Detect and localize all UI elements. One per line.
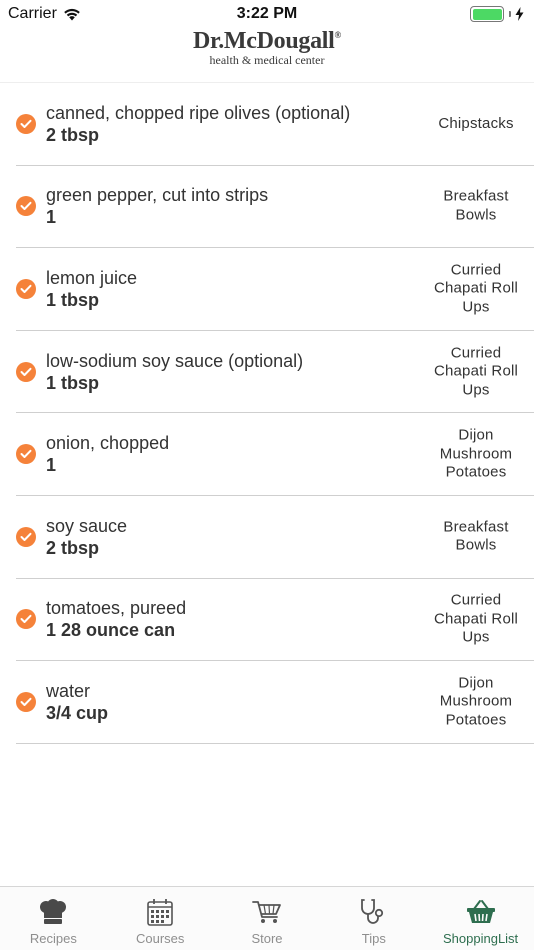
tab-label: Tips [361,931,386,946]
shopping-list: canned, chopped ripe olives (optional) 2 … [0,83,534,744]
status-right [470,6,524,22]
logo: Dr.McDougall® [0,28,534,55]
checkmark-icon[interactable] [16,691,36,712]
tab-label: Store [251,931,283,946]
tab-label: ShoppingList [443,931,519,946]
item-name: tomatoes, pureed [46,598,187,619]
item-name: green pepper, cut into strips [46,185,269,206]
item-recipe: Chipstacks [438,114,514,132]
checkmark-icon[interactable] [16,196,36,217]
checkmark-icon[interactable] [16,113,36,134]
tab-shoppinglist[interactable]: ShoppingList [427,887,534,950]
list-item[interactable]: lemon juice 1 tbsp Curried Chapati Roll U… [16,248,534,331]
item-quantity: 1 tbsp [46,372,100,393]
item-recipe: Breakfast Bowls [443,187,509,224]
item-recipe: Dijon Mushroom Potatoes [439,426,513,481]
logo-registered: ® [334,30,342,40]
calendar-icon [144,897,176,927]
item-recipe: Curried Chapati Roll Ups [433,343,519,398]
list-item[interactable]: tomatoes, pureed 1 28 ounce can Curried C… [16,579,534,662]
logo-title: Dr.McDougall [193,28,335,54]
list-item[interactable]: green pepper, cut into strips 1 Breakfast… [16,166,534,249]
checkmark-icon[interactable] [16,361,36,382]
tab-recipes[interactable]: Recipes [0,887,107,950]
tab-courses[interactable]: Courses [107,887,214,950]
item-name: water [46,680,91,701]
item-name: onion, chopped [46,433,170,454]
app-header: Dr.McDougall® health & medical center [0,28,534,83]
stethoscope-icon [358,897,390,927]
checkmark-icon[interactable] [16,526,36,547]
list-item[interactable]: onion, chopped 1 Dijon Mushroom Potatoes [16,413,534,496]
item-name: canned, chopped ripe olives (optional) [46,102,351,123]
checkmark-icon[interactable] [16,444,36,465]
list-item[interactable]: soy sauce 2 tbsp Breakfast Bowls [16,496,534,579]
list-item[interactable]: low-sodium soy sauce (optional) 1 tbsp Cu… [16,331,534,414]
status-time: 3:22 PM [236,5,298,22]
tab-tips[interactable]: Tips [320,887,427,950]
item-quantity: 2 tbsp [46,537,100,558]
logo-subtitle: health & medical center [209,53,325,67]
item-quantity: 1 [46,207,57,228]
item-recipe: Breakfast Bowls [443,518,509,554]
basket-icon [465,897,497,927]
item-recipe: Curried Chapati Roll Ups [433,591,519,646]
cart-icon [251,897,283,927]
item-recipe: Curried Chapati Roll Ups [433,261,519,316]
tab-label: Courses [135,931,185,946]
status-bar: Carrier 3:22 PM [0,0,534,28]
checkmark-icon[interactable] [16,278,36,299]
item-name: low-sodium soy sauce (optional) [46,350,304,371]
item-quantity: 1 28 ounce can [46,620,176,641]
item-name: soy sauce [46,515,128,536]
list-item[interactable]: canned, chopped ripe olives (optional) 2 … [16,83,534,166]
checkmark-icon[interactable] [16,609,36,630]
chef-hat-icon [37,897,69,927]
item-name: lemon juice [46,267,138,288]
item-recipe: Dijon Mushroom Potatoes [439,674,513,729]
item-quantity: 3/4 cup [46,702,109,723]
item-quantity: 2 tbsp [46,124,100,145]
charging-icon [515,7,524,21]
item-quantity: 1 [46,455,57,476]
list-item[interactable]: water 3/4 cup Dijon Mushroom Potatoes [16,661,534,744]
battery-icon [470,6,504,22]
tab-store[interactable]: Store [214,887,321,950]
item-quantity: 1 tbsp [46,289,100,310]
tab-bar: Recipes Courses Store Tips ShoppingList [0,886,534,950]
tab-label: Recipes [29,931,77,946]
